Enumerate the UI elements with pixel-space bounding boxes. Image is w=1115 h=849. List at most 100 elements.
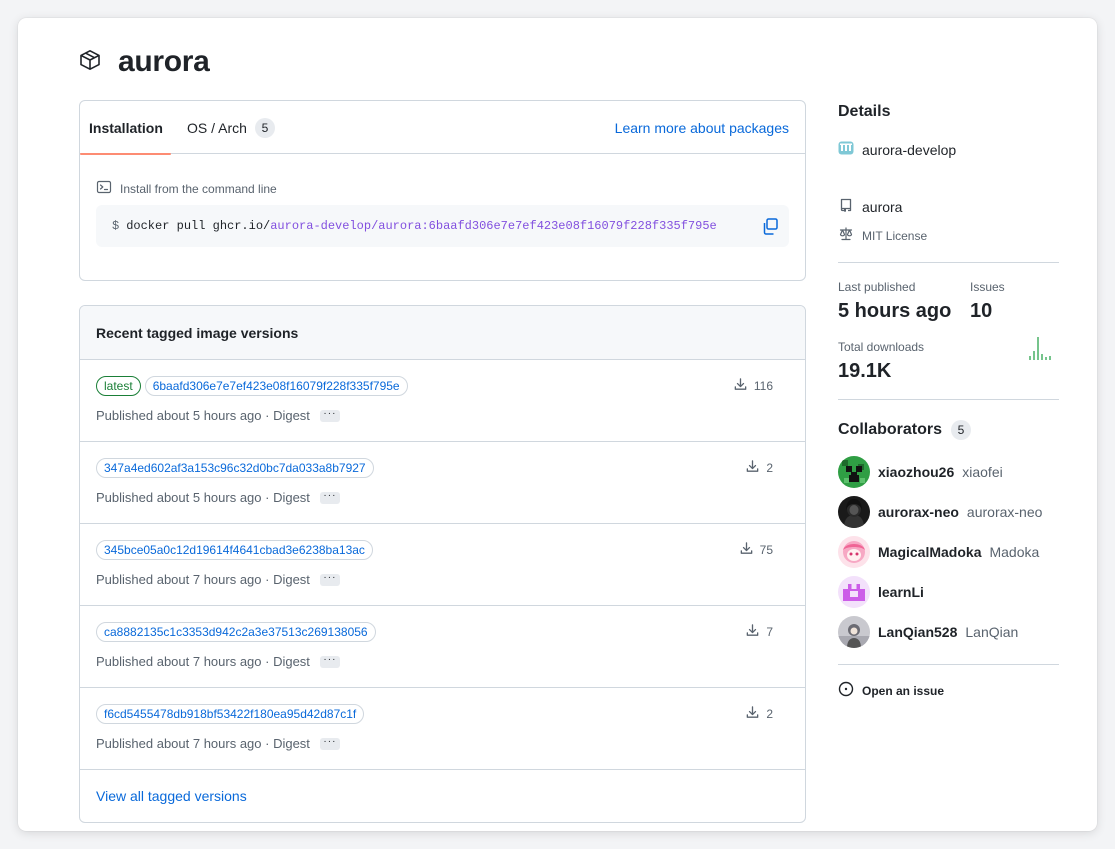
download-icon xyxy=(745,459,760,477)
docker-command[interactable]: $ docker pull ghcr.io/aurora-develop / aur… xyxy=(96,205,789,247)
download-value: 116 xyxy=(753,379,773,393)
collaborators-header: Collaborators 5 xyxy=(838,420,972,440)
download-value: 7 xyxy=(766,625,773,639)
issues-label: Issues xyxy=(970,280,1005,294)
law-icon xyxy=(838,226,854,245)
cmd-sep: / xyxy=(371,219,379,233)
download-icon xyxy=(745,623,760,641)
issue-opened-icon xyxy=(838,681,854,700)
tab-os-arch[interactable]: OS / Arch 5 xyxy=(187,101,275,154)
open-issue-link[interactable]: Open an issue xyxy=(838,681,944,700)
published-text: Published about 5 hours ago · Digest xyxy=(96,408,310,423)
package-header: aurora xyxy=(78,44,210,80)
version-row: f6cd5455478db918bf53422f180ea95d42d87c1f… xyxy=(80,688,805,770)
avatar xyxy=(838,576,870,608)
published-text: Published about 5 hours ago · Digest xyxy=(96,490,310,505)
last-published-label: Last published xyxy=(838,280,916,294)
collaborators-title: Collaborators xyxy=(838,421,943,438)
prompt-symbol: $ xyxy=(112,219,120,233)
collaborator-name: xiaofei xyxy=(962,464,1003,480)
collaborator-item[interactable]: learnLi xyxy=(838,576,932,608)
avatar xyxy=(838,456,870,488)
issues-value[interactable]: 10 xyxy=(970,300,992,323)
license-name: MIT License xyxy=(862,228,928,243)
download-count: 75 xyxy=(739,541,773,559)
collaborator-login: learnLi xyxy=(878,584,924,600)
digest-pill[interactable]: 6baafd306e7e7ef423e08f16079f228f335f795e xyxy=(144,376,408,396)
more-button[interactable]: ··· xyxy=(319,490,340,504)
collaborator-login: aurorax-neo xyxy=(878,504,959,520)
divider xyxy=(838,399,1059,400)
license-info[interactable]: MIT License xyxy=(838,226,927,245)
package-page: aurora Installation OS / Arch 5 Learn mo… xyxy=(18,18,1097,831)
version-row: ca8882135c1c3353d942c2a3e37513c269138056… xyxy=(80,606,805,688)
collaborator-item[interactable]: aurorax-neo aurorax-neo xyxy=(838,496,1042,528)
digest-pill[interactable]: 347a4ed602af3a153c96c32d0bc7da033a8b7927 xyxy=(96,458,374,478)
more-button[interactable]: ··· xyxy=(319,408,340,422)
collaborator-login: xiaozhou26 xyxy=(878,464,955,480)
repo-name: aurora xyxy=(862,198,903,215)
digest-pill[interactable]: 345bce05a0c12d19614f4641cbad3e6238ba13ac xyxy=(96,540,373,560)
download-icon xyxy=(739,541,754,559)
digest-pill[interactable]: ca8882135c1c3353d942c2a3e37513c269138056 xyxy=(96,622,376,642)
collaborator-login: MagicalMadoka xyxy=(878,544,982,560)
download-count: 2 xyxy=(745,705,773,723)
command-line-label: Install from the command line xyxy=(96,179,277,198)
downloads-value: 19.1K xyxy=(838,360,892,382)
org-link[interactable]: aurora-develop xyxy=(838,140,956,159)
copy-icon[interactable] xyxy=(761,217,779,235)
download-count: 116 xyxy=(733,377,773,395)
cmd-prefix: docker pull ghcr.io/ xyxy=(126,219,271,233)
collaborator-item[interactable]: xiaozhou26 xiaofei xyxy=(838,456,1003,488)
download-icon xyxy=(745,705,760,723)
latest-tag[interactable]: latest xyxy=(96,376,141,396)
more-button[interactable]: ··· xyxy=(319,572,340,586)
org-avatar-icon xyxy=(838,140,854,159)
repo-icon xyxy=(838,197,854,216)
avatar xyxy=(838,616,870,648)
version-row: 347a4ed602af3a153c96c32d0bc7da033a8b7927… xyxy=(80,442,805,524)
download-count: 7 xyxy=(745,623,773,641)
os-arch-counter: 5 xyxy=(254,117,275,138)
last-published-value: 5 hours ago xyxy=(838,300,952,322)
learn-more-link[interactable]: Learn more about packages xyxy=(615,101,789,154)
download-value: 2 xyxy=(766,707,773,721)
versions-title: Recent tagged image versions xyxy=(80,306,805,360)
terminal-icon xyxy=(96,179,112,198)
version-row: latest 6baafd306e7e7ef423e08f16079f228f3… xyxy=(80,360,805,442)
collaborators-counter: 5 xyxy=(951,420,972,440)
published-text: Published about 7 hours ago · Digest xyxy=(96,654,310,669)
command-line-text: Install from the command line xyxy=(120,181,277,196)
collaborator-name: Madoka xyxy=(989,544,1040,560)
collaborator-name: LanQian xyxy=(965,624,1019,640)
cmd-image: aurora:6baafd306e7e7ef423e08f16079f228f3… xyxy=(378,219,717,233)
download-value: 75 xyxy=(759,543,773,557)
digest-pill[interactable]: f6cd5455478db918bf53422f180ea95d42d87c1f xyxy=(96,704,365,724)
collaborator-item[interactable]: LanQian528 LanQian xyxy=(838,616,1018,648)
more-button[interactable]: ··· xyxy=(319,654,340,668)
collaborator-item[interactable]: MagicalMadoka Madoka xyxy=(838,536,1039,568)
collaborator-name: aurorax-neo xyxy=(966,504,1043,520)
divider xyxy=(838,664,1059,665)
download-icon xyxy=(733,377,748,395)
view-all-versions-link[interactable]: View all tagged versions xyxy=(96,788,247,804)
divider xyxy=(838,262,1059,263)
org-name: aurora-develop xyxy=(862,141,957,158)
cmd-owner: aurora-develop xyxy=(270,219,372,233)
tab-bar: Installation OS / Arch 5 Learn more abou… xyxy=(80,101,805,155)
download-count: 2 xyxy=(745,459,773,477)
installation-panel: Installation OS / Arch 5 Learn more abou… xyxy=(79,100,806,281)
details-title: Details xyxy=(838,103,891,120)
tab-installation[interactable]: Installation xyxy=(80,101,171,155)
open-issue-label: Open an issue xyxy=(862,683,945,698)
downloads-label: Total downloads xyxy=(838,340,925,354)
avatar xyxy=(838,536,870,568)
repo-link[interactable]: aurora xyxy=(838,197,902,216)
tab-os-arch-label: OS / Arch xyxy=(187,119,247,136)
downloads-sparkline xyxy=(1029,337,1051,360)
download-value: 2 xyxy=(766,461,773,475)
published-text: Published about 7 hours ago · Digest xyxy=(96,572,310,587)
more-button[interactable]: ··· xyxy=(319,736,340,750)
package-name: aurora xyxy=(118,45,210,78)
version-row: 345bce05a0c12d19614f4641cbad3e6238ba13ac… xyxy=(80,524,805,606)
